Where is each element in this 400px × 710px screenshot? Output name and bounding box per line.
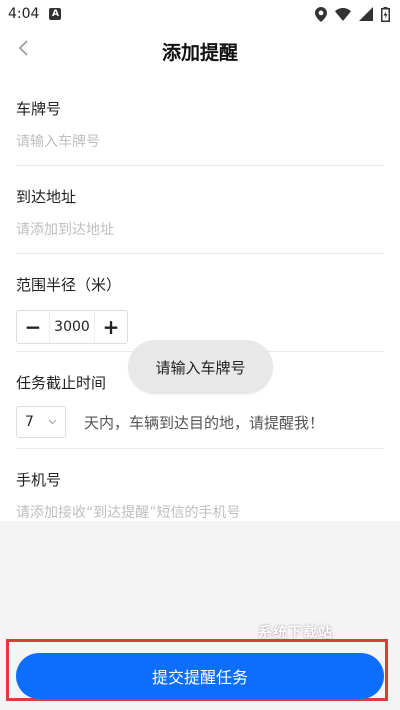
status-bar: 4:04 A xyxy=(0,0,400,28)
days-select[interactable]: 7 xyxy=(16,406,66,438)
address-field: 到达地址 xyxy=(16,166,384,254)
chevron-left-icon xyxy=(18,40,30,60)
phone-label: 手机号 xyxy=(16,471,62,489)
chevron-down-icon xyxy=(48,417,57,428)
radius-stepper: − 3000 + xyxy=(16,310,128,344)
battery-icon xyxy=(381,6,390,22)
phone-input[interactable] xyxy=(16,503,384,523)
app-header: 添加提醒 xyxy=(0,28,400,74)
location-icon xyxy=(315,6,327,22)
days-value: 7 xyxy=(25,414,34,430)
deadline-text: 天内，车辆到达目的地，请提醒我！ xyxy=(84,413,325,432)
plate-input[interactable] xyxy=(16,132,384,152)
wifi-icon xyxy=(335,7,351,21)
radius-value[interactable]: 3000 xyxy=(49,311,95,343)
plate-field: 车牌号 xyxy=(16,78,384,166)
decrement-button[interactable]: − xyxy=(17,311,49,343)
submit-button[interactable]: 提交提醒任务 xyxy=(16,653,384,699)
toast-message: 请输入车牌号 xyxy=(128,340,273,394)
radius-field: 范围半径（米） − 3000 + xyxy=(16,254,384,352)
increment-button[interactable]: + xyxy=(95,311,127,343)
status-time: 4:04 xyxy=(8,6,40,22)
radius-label: 范围半径（米） xyxy=(16,276,122,294)
plate-label: 车牌号 xyxy=(16,100,62,118)
address-label: 到达地址 xyxy=(16,188,77,206)
signal-icon xyxy=(359,7,373,21)
back-button[interactable] xyxy=(12,38,36,62)
address-input[interactable] xyxy=(16,220,384,240)
page-title: 添加提醒 xyxy=(161,41,238,64)
notification-badge: A xyxy=(49,8,62,20)
